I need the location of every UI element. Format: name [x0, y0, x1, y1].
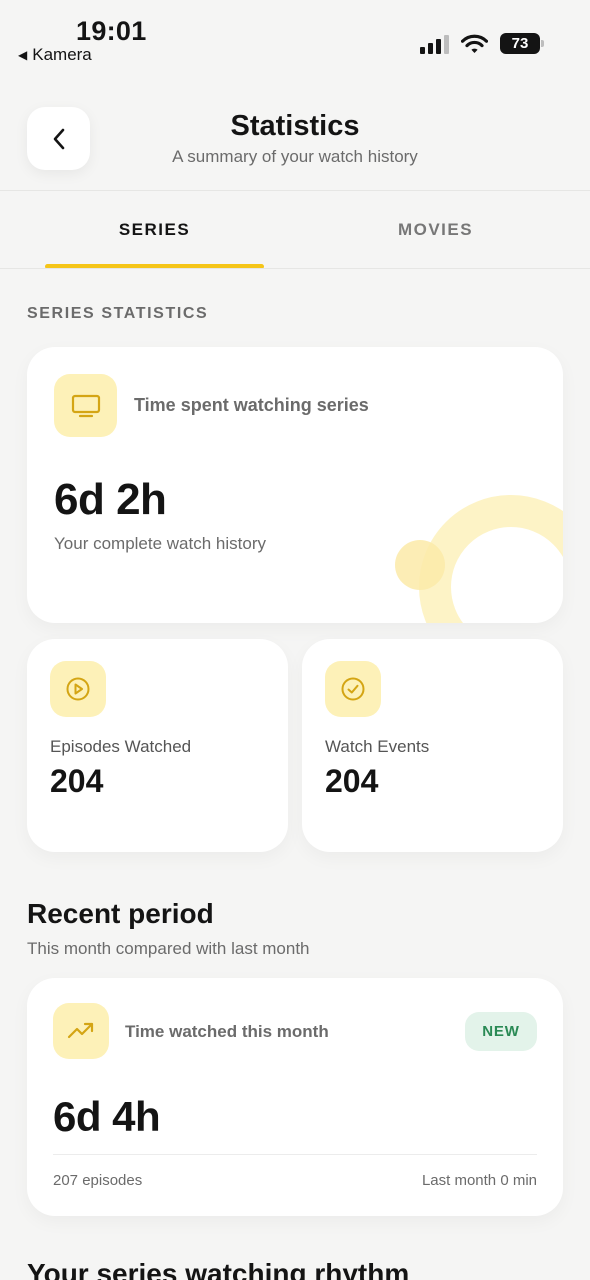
episodes-count: 207 episodes — [53, 1172, 143, 1189]
back-app-label: Kamera — [32, 45, 92, 64]
battery-icon: 73 — [500, 33, 544, 54]
watch-events-label: Watch Events — [325, 737, 430, 756]
tab-movies[interactable]: MOVIES — [326, 220, 545, 240]
episodes-watched-value: 204 — [50, 763, 104, 799]
decorative-dot — [395, 540, 445, 590]
back-triangle-icon: ◀ — [18, 48, 28, 62]
cellular-signal-icon — [420, 34, 449, 54]
wifi-icon — [461, 34, 488, 53]
page-title: Statistics — [230, 110, 360, 142]
time-spent-caption: Your complete watch history — [54, 534, 266, 553]
check-circle-icon — [325, 661, 381, 717]
episodes-watched-label: Episodes Watched — [50, 737, 192, 756]
time-this-month-label: Time watched this month — [125, 1022, 329, 1041]
tab-series[interactable]: SERIES — [45, 220, 264, 240]
back-to-app-link[interactable]: ◀ Kamera — [18, 45, 92, 65]
status-time: 19:01 — [76, 16, 147, 46]
watching-rhythm-title: Your series watching rhythm — [27, 1258, 410, 1280]
recent-period-subtitle: This month compared with last month — [27, 939, 310, 958]
time-spent-value: 6d 2h — [54, 475, 167, 524]
trending-up-icon — [53, 1003, 109, 1059]
page-subtitle: A summary of your watch history — [172, 147, 418, 166]
section-label: SERIES STATISTICS — [27, 305, 209, 322]
status-icons: 73 — [420, 33, 544, 54]
time-spent-card: Time spent watching series 6d 2h Your co… — [27, 347, 563, 623]
tv-icon — [54, 374, 117, 437]
watch-events-value: 204 — [325, 763, 379, 799]
new-badge: NEW — [465, 1012, 537, 1051]
time-spent-label: Time spent watching series — [134, 395, 369, 415]
recent-period-title: Recent period — [27, 898, 214, 929]
status-bar: 19:01 ◀ Kamera 73 — [0, 0, 590, 80]
card-divider — [53, 1154, 537, 1155]
watch-events-card: Watch Events 204 — [302, 639, 563, 852]
time-this-month-card: Time watched this month NEW 6d 4h 207 ep… — [27, 978, 563, 1216]
time-this-month-value: 6d 4h — [53, 1093, 161, 1140]
play-circle-icon — [50, 661, 106, 717]
tabs-divider — [0, 268, 590, 269]
header-divider — [0, 190, 590, 191]
episodes-watched-card: Episodes Watched 204 — [27, 639, 288, 852]
last-month-value: Last month 0 min — [421, 1172, 537, 1189]
